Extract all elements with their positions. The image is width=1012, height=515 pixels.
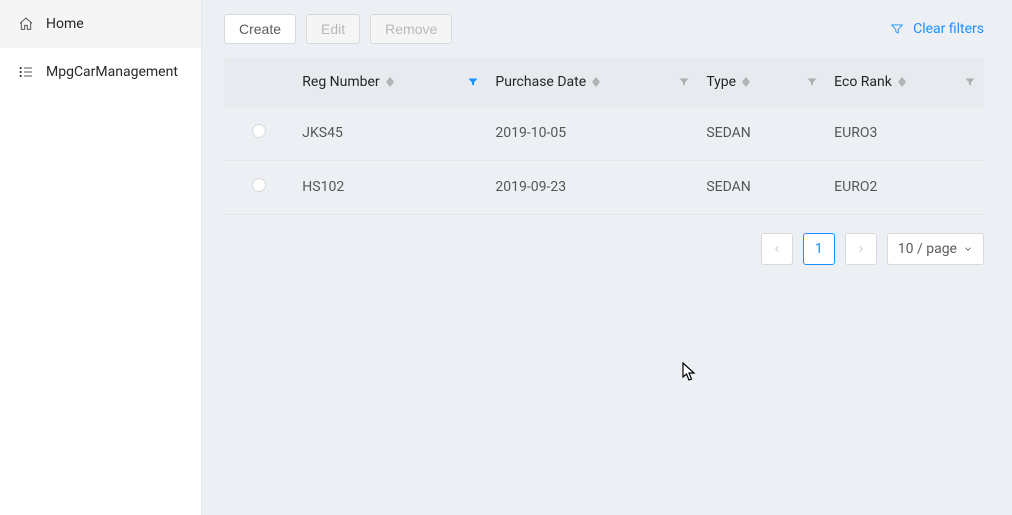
page-number-button[interactable]: 1 [803,233,835,265]
sidebar-item-home[interactable]: Home [0,0,201,48]
radio-icon[interactable] [252,178,266,192]
clear-filters-link[interactable]: Clear filters [889,21,984,37]
sidebar-item-label: Home [46,16,84,32]
home-icon [18,16,34,32]
column-label: Type [706,74,736,90]
cell-eco-rank: EURO2 [826,160,984,214]
list-icon [18,64,34,80]
next-page-button[interactable] [845,233,877,265]
funnel-icon [889,21,905,37]
chevron-down-icon [963,244,973,254]
row-select-cell[interactable] [224,106,294,160]
filter-icon[interactable] [806,76,818,88]
main-content: Create Edit Remove Clear filters [202,0,1012,515]
sort-icon[interactable] [898,75,906,89]
remove-button[interactable]: Remove [370,14,452,44]
toolbar: Create Edit Remove Clear filters [224,14,984,44]
clear-filters-label: Clear filters [913,21,984,37]
column-header-reg-number[interactable]: Reg Number [294,58,487,106]
column-header-purchase-date[interactable]: Purchase Date [487,58,698,106]
row-select-cell[interactable] [224,160,294,214]
column-header-eco-rank[interactable]: Eco Rank [826,58,984,106]
table-row[interactable]: HS102 2019-09-23 SEDAN EURO2 [224,160,984,214]
chevron-left-icon [772,244,782,254]
cell-purchase-date: 2019-10-05 [487,106,698,160]
radio-icon[interactable] [252,124,266,138]
column-label: Eco Rank [834,74,892,90]
cursor-icon [682,362,698,382]
edit-button[interactable]: Edit [306,14,360,44]
cell-purchase-date: 2019-09-23 [487,160,698,214]
cell-eco-rank: EURO3 [826,106,984,160]
table-row[interactable]: JKS45 2019-10-05 SEDAN EURO3 [224,106,984,160]
data-table: Reg Number [224,58,984,215]
cell-reg-number: HS102 [294,160,487,214]
cell-type: SEDAN [698,160,826,214]
filter-icon[interactable] [678,76,690,88]
cell-reg-number: JKS45 [294,106,487,160]
page-size-label: 10 / page [898,241,957,257]
filter-icon[interactable] [964,76,976,88]
sidebar-item-mpgcarmanagement[interactable]: MpgCarManagement [0,48,201,96]
column-label: Reg Number [302,74,379,90]
sort-icon[interactable] [592,75,600,89]
page-number-label: 1 [815,241,823,257]
pagination: 1 10 / page [224,233,984,265]
select-column-header [224,58,294,106]
chevron-right-icon [856,244,866,254]
page-size-select[interactable]: 10 / page [887,233,984,265]
prev-page-button[interactable] [761,233,793,265]
column-header-type[interactable]: Type [698,58,826,106]
table-header-row: Reg Number [224,58,984,106]
filter-icon[interactable] [467,76,479,88]
sort-icon[interactable] [742,75,750,89]
sidebar-item-label: MpgCarManagement [46,64,178,80]
cell-type: SEDAN [698,106,826,160]
sort-icon[interactable] [386,75,394,89]
column-label: Purchase Date [495,74,586,90]
sidebar: Home MpgCarManagement [0,0,202,515]
create-button[interactable]: Create [224,14,296,44]
